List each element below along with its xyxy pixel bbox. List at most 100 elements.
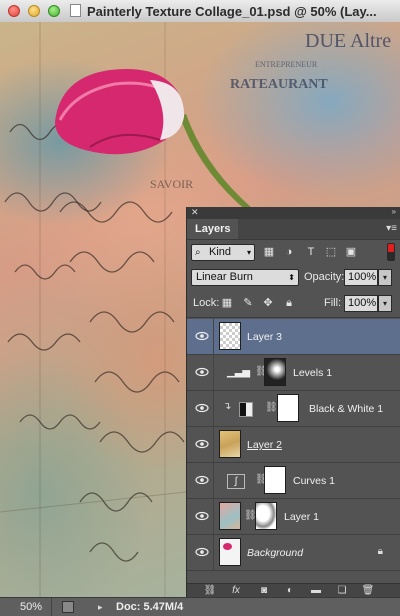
layers-bottom-toolbar: ⛓︎ fx ◙ ◐ ▬ ❏ 🗑︎ <box>187 583 400 598</box>
fill-field[interactable]: 100% <box>344 295 378 312</box>
filter-kind-label: Kind <box>209 246 232 258</box>
layer-thumbnail <box>219 322 241 350</box>
curves-adjustment-icon: ∫ <box>227 474 245 489</box>
lock-all-icon[interactable]: 🔒︎ <box>283 297 295 309</box>
opacity-field[interactable]: 100% <box>344 269 378 286</box>
panel-menu-icon[interactable]: ▾≡ <box>386 223 397 234</box>
filter-kind-select[interactable]: ⌕ Kind ▾ <box>191 244 255 261</box>
layer-name: Layer 3 <box>247 331 283 343</box>
zoom-window-button[interactable] <box>48 5 60 17</box>
close-panel-icon[interactable]: ✕ <box>191 207 199 218</box>
layer-thumbnail <box>219 430 241 458</box>
blend-mode-select[interactable]: Linear Burn ⬍ <box>191 269 299 286</box>
fx-icon[interactable]: fx <box>229 585 243 597</box>
document-icon <box>70 4 81 17</box>
canvas-text-savoir: SAVOIR <box>150 177 194 191</box>
link-layers-icon[interactable]: ⛓︎ <box>203 585 217 597</box>
visibility-toggle[interactable] <box>187 535 214 571</box>
layer-filter-row: ⌕ Kind ▾ ▦ ◑ T ⬚ ▣ <box>187 242 400 262</box>
new-adjustment-icon[interactable]: ◐ <box>283 585 297 597</box>
eye-icon <box>195 367 209 377</box>
pixel-filter-icon[interactable]: ▦ <box>263 246 275 258</box>
fill-dropdown[interactable]: ▾ <box>378 295 392 312</box>
doc-size: Doc: 5.47M/4 <box>116 601 184 613</box>
collapse-panel-icon[interactable]: » <box>392 207 396 216</box>
lock-label: Lock: <box>193 297 220 309</box>
layer-name: Black & White 1 <box>309 403 384 415</box>
opacity-dropdown[interactable]: ▾ <box>378 269 392 286</box>
link-icon[interactable]: ⛓︎ <box>265 402 278 413</box>
lock-position-icon[interactable]: ✥ <box>262 297 274 309</box>
blend-mode-label: Linear Burn <box>196 271 253 283</box>
chevron-down-icon: ▾ <box>246 248 251 257</box>
layer-row-layer-1[interactable]: ⛓︎ Layer 1 <box>187 499 400 535</box>
proof-icon[interactable] <box>62 601 74 613</box>
layer-name: Layer 1 <box>284 511 320 523</box>
status-bar: 50% ▸ Doc: 5.47M/4 <box>0 597 400 616</box>
clipping-arrow-icon: ↴ <box>223 401 232 412</box>
visibility-toggle[interactable] <box>187 391 214 427</box>
lock-row: Lock: ▦ ✎ ✥ 🔒︎ Fill: 100% ▾ <box>187 294 400 314</box>
layer-name: Background <box>247 547 304 559</box>
smart-object-filter-icon[interactable]: ▣ <box>345 246 357 258</box>
layer-row-background[interactable]: Background 🔒︎ <box>187 535 400 571</box>
shape-filter-icon[interactable]: ⬚ <box>325 246 337 258</box>
fill-label: Fill: <box>324 297 342 309</box>
layer-thumbnail <box>219 538 241 566</box>
blend-row: Linear Burn ⬍ Opacity: 100% ▾ <box>187 268 400 288</box>
mask-thumbnail <box>264 466 286 494</box>
adjustment-filter-icon[interactable]: ◑ <box>283 246 295 258</box>
panel-header-strip: ✕ » <box>187 207 400 219</box>
visibility-toggle[interactable] <box>187 463 214 499</box>
layer-thumbnail <box>219 502 241 530</box>
eye-icon <box>195 403 209 413</box>
window-title: Painterly Texture Collage_01.psd @ 50% (… <box>87 4 377 19</box>
black-white-adjustment-icon <box>239 402 253 417</box>
filter-toggle[interactable] <box>387 243 395 261</box>
layer-name: Curves 1 <box>293 475 336 487</box>
lock-pixels-icon[interactable]: ✎ <box>242 297 254 309</box>
mask-thumbnail <box>277 394 299 422</box>
layer-row-levels-1[interactable]: ▁▃▅ ⛓︎ Levels 1 <box>187 355 400 391</box>
canvas-text-restaurant: RATEAURANT <box>230 77 328 92</box>
layer-name: Levels 1 <box>293 367 333 379</box>
close-window-button[interactable] <box>8 5 20 17</box>
canvas-text-entrepreneur: ENTREPRENEUR <box>255 60 318 69</box>
minimize-window-button[interactable] <box>28 5 40 17</box>
visibility-toggle[interactable] <box>187 355 214 391</box>
opacity-label: Opacity: <box>304 271 345 283</box>
layer-row-black-white-1[interactable]: ↴ ⛓︎ Black & White 1 <box>187 391 400 427</box>
tab-layers[interactable]: Layers <box>187 219 239 239</box>
canvas-text-headline: DUE Altre <box>305 30 392 52</box>
new-group-icon[interactable]: ▬ <box>309 585 323 597</box>
layer-row-layer-2[interactable]: Layer 2 <box>187 427 400 463</box>
panel-tab-row: Layers ▾≡ <box>187 219 400 240</box>
eye-icon <box>195 331 209 341</box>
mask-thumbnail <box>255 502 277 530</box>
tulip-thumbnail-mark <box>223 543 232 550</box>
visibility-toggle[interactable] <box>187 499 214 535</box>
layers-panel: ✕ » Layers ▾≡ ⌕ Kind ▾ ▦ ◑ T ⬚ ▣ Linear … <box>186 207 400 598</box>
search-icon: ⌕ <box>195 247 201 258</box>
new-layer-icon[interactable]: ❏ <box>335 585 349 597</box>
status-menu-arrow-icon[interactable]: ▸ <box>98 598 103 616</box>
eye-icon <box>195 475 209 485</box>
eye-icon <box>195 439 209 449</box>
mask-thumbnail <box>264 358 286 386</box>
add-mask-icon[interactable]: ◙ <box>257 585 271 597</box>
chevron-updown-icon: ⬍ <box>288 273 295 282</box>
trash-icon[interactable]: 🗑︎ <box>361 585 375 597</box>
zoom-level[interactable]: 50% <box>0 598 52 616</box>
window-title-bar: Painterly Texture Collage_01.psd @ 50% (… <box>0 0 400 23</box>
layer-row-curves-1[interactable]: ∫ ⛓︎ Curves 1 <box>187 463 400 499</box>
eye-icon <box>195 547 209 557</box>
divider <box>187 317 400 318</box>
layer-row-layer-3[interactable]: Layer 3 <box>187 319 400 355</box>
levels-adjustment-icon: ▁▃▅ <box>227 367 251 378</box>
visibility-toggle[interactable] <box>187 427 214 463</box>
eye-icon <box>195 511 209 521</box>
layer-name: Layer 2 <box>247 439 283 451</box>
lock-transparent-icon[interactable]: ▦ <box>221 297 233 309</box>
type-filter-icon[interactable]: T <box>305 246 317 258</box>
visibility-toggle[interactable] <box>187 319 214 355</box>
